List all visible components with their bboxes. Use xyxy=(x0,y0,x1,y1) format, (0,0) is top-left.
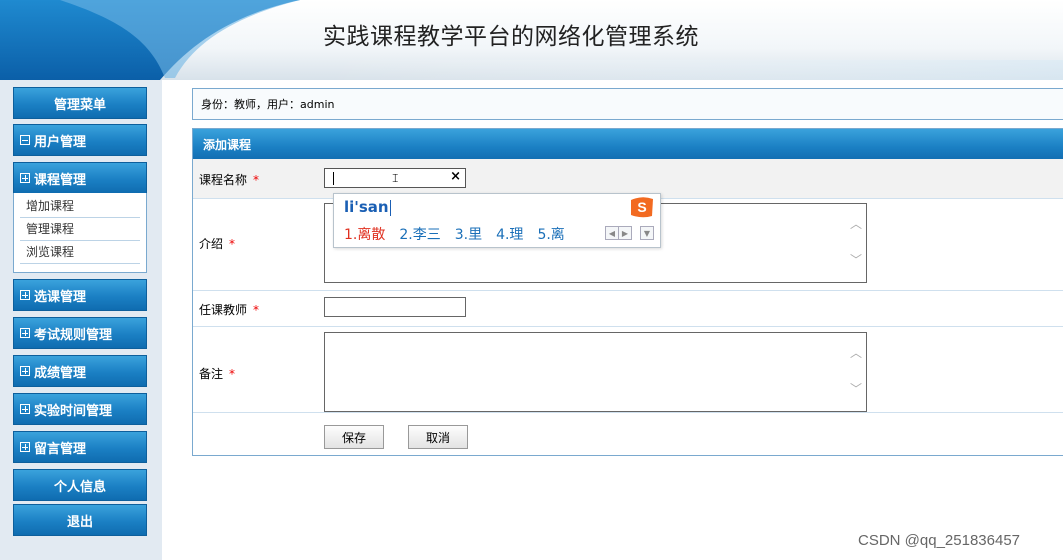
sidebar-group-label: 实验时间管理 xyxy=(34,403,113,419)
sidebar-group-selection[interactable]: 选课管理 xyxy=(13,279,147,311)
sidebar-group-exam-rules[interactable]: 考试规则管理 xyxy=(13,317,147,349)
sidebar-group-label: 留言管理 xyxy=(34,441,87,457)
teacher-input[interactable] xyxy=(324,297,466,317)
ime-candidate[interactable]: 1.离散 xyxy=(344,224,385,244)
identity-text: 身份：教师，用户：admin xyxy=(201,98,335,111)
course-name-label: 课程名称 * xyxy=(199,173,260,187)
panel-title: 添加课程 xyxy=(193,129,1063,159)
scroll-down-icon[interactable]: ﹀ xyxy=(850,254,862,266)
course-submenu: 增加课程 管理课程 浏览课程 xyxy=(13,193,147,273)
required-mark: * xyxy=(229,367,236,381)
sidebar-group-user[interactable]: 用户管理 xyxy=(13,124,147,156)
notes-label: 备注 * xyxy=(199,367,236,381)
expand-icon xyxy=(20,442,30,452)
watermark-text: CSDN @qq_251836457 xyxy=(858,532,1021,549)
cancel-button-label: 取消 xyxy=(425,430,450,445)
scroll-up-icon[interactable]: ︿ xyxy=(850,218,862,230)
sidebar-group-label: 用户管理 xyxy=(34,134,87,150)
ime-candidate[interactable]: 4.理 xyxy=(496,224,523,244)
expand-icon xyxy=(20,328,30,338)
ime-prev-page-icon[interactable]: ◀ xyxy=(605,226,619,240)
collapse-icon xyxy=(20,135,30,145)
cancel-button[interactable]: 取消 xyxy=(408,425,468,449)
save-button[interactable]: 保存 xyxy=(324,425,384,449)
logout-label: 退出 xyxy=(66,514,93,530)
sidebar-group-label: 考试规则管理 xyxy=(34,327,113,343)
submenu-item-manage-course[interactable]: 管理课程 xyxy=(20,218,140,241)
sidebar-group-label: 成绩管理 xyxy=(34,365,87,381)
sidebar-group-lab-time[interactable]: 实验时间管理 xyxy=(13,393,147,425)
profile-label: 个人信息 xyxy=(53,479,106,495)
required-mark: * xyxy=(253,173,260,187)
expand-icon xyxy=(20,290,30,300)
sidebar-profile-button[interactable]: 个人信息 xyxy=(13,469,147,501)
sidebar-group-course[interactable]: 课程管理 xyxy=(13,162,147,194)
sidebar-group-label: 课程管理 xyxy=(34,172,87,188)
identity-bar: 身份：教师，用户：admin xyxy=(192,88,1063,120)
notes-row: 备注 * ︿ ﹀ xyxy=(193,327,1063,413)
text-caret xyxy=(333,172,334,185)
menu-title-label: 管理菜单 xyxy=(53,97,106,113)
sidebar-group-grades[interactable]: 成绩管理 xyxy=(13,355,147,387)
menu-title: 管理菜单 xyxy=(13,87,147,119)
course-name-input[interactable]: 𝙸 × xyxy=(324,168,466,188)
scroll-up-icon[interactable]: ︿ xyxy=(850,347,862,359)
ime-composition: li'san xyxy=(344,198,391,216)
notes-textarea[interactable]: ︿ ﹀ xyxy=(324,332,867,412)
sidebar-logout-button[interactable]: 退出 xyxy=(13,504,147,536)
ime-candidate-window: li'san S 1.离散 2.李三 3.里 4.理 5.离 ◀ ▶ ▼ xyxy=(333,193,661,248)
ime-composition-text: li'san xyxy=(344,198,389,216)
ime-candidate[interactable]: 5.离 xyxy=(537,224,564,244)
ime-menu-dropdown-icon[interactable]: ▼ xyxy=(640,226,654,240)
add-course-panel: 添加课程 课程名称* 𝙸 × 介绍* ︿ ﹀ 任课教师* 备注* ︿ ﹀ xyxy=(192,128,1063,456)
expand-icon xyxy=(20,173,30,183)
sidebar-group-messages[interactable]: 留言管理 xyxy=(13,431,147,463)
required-mark: * xyxy=(229,237,236,251)
expand-icon xyxy=(20,366,30,376)
required-mark: * xyxy=(253,303,260,317)
ime-candidate-list: 1.离散 2.李三 3.里 4.理 5.离 xyxy=(344,224,565,244)
panel-title-text: 添加课程 xyxy=(203,137,252,152)
ime-page-nav: ◀ ▶ ▼ xyxy=(605,226,654,240)
ime-next-page-icon[interactable]: ▶ xyxy=(618,226,632,240)
expand-icon xyxy=(20,404,30,414)
ime-candidate[interactable]: 2.李三 xyxy=(399,224,440,244)
page-header: 实践课程教学平台的网络化管理系统 xyxy=(0,0,1063,80)
clear-icon[interactable]: × xyxy=(450,169,461,184)
teacher-row: 任课教师 * xyxy=(193,291,1063,327)
scroll-down-icon[interactable]: ﹀ xyxy=(850,383,862,395)
sogou-logo-letter: S xyxy=(637,199,646,215)
ime-candidate[interactable]: 3.里 xyxy=(455,224,482,244)
sogou-logo-icon: S xyxy=(631,197,653,218)
ime-caret xyxy=(389,199,391,216)
sidebar-group-label: 选课管理 xyxy=(34,289,87,305)
ibeam-cursor-icon: 𝙸 xyxy=(391,171,400,185)
save-button-label: 保存 xyxy=(341,430,366,445)
teacher-label: 任课教师 * xyxy=(199,303,260,317)
submenu-item-browse-course[interactable]: 浏览课程 xyxy=(20,241,140,264)
intro-label: 介绍 * xyxy=(199,237,236,251)
submenu-item-add-course[interactable]: 增加课程 xyxy=(20,195,140,218)
page-title: 实践课程教学平台的网络化管理系统 xyxy=(323,24,699,50)
